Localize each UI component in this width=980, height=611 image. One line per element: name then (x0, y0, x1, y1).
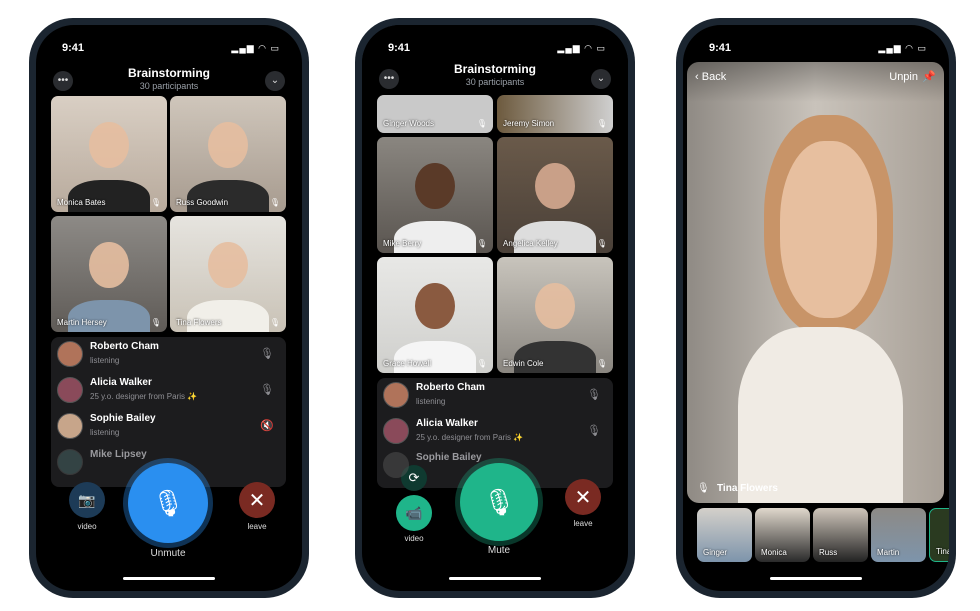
video-tile[interactable]: Angelica Kelley 🎙 (497, 137, 613, 253)
call-title: Brainstorming (127, 66, 210, 80)
participant-row[interactable]: Roberto Cham listening 🎙 (377, 378, 613, 414)
unpin-button[interactable]: Unpin (889, 71, 918, 83)
status-time: 9:41 (388, 42, 411, 54)
back-button[interactable]: ‹ Back (695, 71, 726, 83)
mic-icon: 🎙 (476, 359, 487, 368)
home-indicator (123, 577, 215, 580)
status-icons: ▂▄▆ ◠ ▭ (231, 43, 280, 53)
collapse-chevron-icon[interactable]: ⌄ (591, 69, 611, 89)
leave-label: leave (247, 522, 267, 531)
mic-muted-icon: 🎙 (151, 487, 185, 518)
phone-pinned-video: 9:41 ▂▄▆ ◠ ▭ ‹ Back Unpin 📌 🎙 Tina Flowe… (676, 18, 956, 598)
participant-row[interactable]: Alicia Walker 25 y.o. designer from Paris… (51, 373, 286, 409)
call-screen: 9:41 ▂▄▆ ◠ ▭ ‹ Back Unpin 📌 🎙 Tina Flowe… (683, 25, 949, 591)
participant-count: 30 participants (139, 81, 199, 91)
mic-icon: 🎙 (482, 486, 516, 517)
home-indicator (770, 577, 862, 580)
video-tile[interactable]: Mike Berry 🎙 (377, 137, 493, 253)
mic-icon: 🎙 (269, 198, 280, 207)
mic-icon: 🎙 (697, 483, 710, 494)
participant-row[interactable]: Alicia Walker 25 y.o. designer from Paris… (377, 414, 613, 450)
video-thumbnail[interactable]: Ginger (697, 508, 752, 562)
video-thumbnail[interactable]: Russ (813, 508, 868, 562)
participant-row[interactable]: Roberto Cham listening 🎙 (51, 337, 286, 373)
leave-button[interactable]: ✕ (565, 479, 601, 515)
status-time: 9:41 (709, 42, 732, 54)
avatar (57, 341, 83, 367)
leave-label: leave (573, 519, 593, 528)
home-indicator (449, 577, 541, 580)
video-thumbnail[interactable]: Martin (871, 508, 926, 562)
participant-list: Roberto Cham listening 🎙 Alicia Walker 25 y… (51, 337, 286, 487)
close-icon: ✕ (248, 489, 266, 512)
avatar (57, 377, 83, 403)
mic-icon: 🎙 (587, 389, 601, 401)
phone-unmuted: 9:41 ▂▄▆ ◠ ▭ ••• Brainstorming 30 partic… (29, 18, 309, 598)
video-label: video (404, 534, 424, 543)
unmute-label: Unmute (150, 548, 186, 559)
mic-icon: 🎙 (150, 318, 161, 327)
video-off-icon: 📷 (78, 491, 96, 508)
video-tile[interactable]: Jeremy Simon 🎙 (497, 95, 613, 133)
mic-icon: 🎙 (476, 239, 487, 248)
video-toggle-button[interactable]: 📷 (69, 482, 105, 518)
mic-muted-icon: 🔇 (260, 420, 274, 432)
call-screen: Ginger Woods 🎙 Jeremy Simon 🎙 Mike Berry 🎙 … (362, 25, 628, 591)
close-icon: ✕ (574, 486, 592, 509)
participant-row[interactable]: Mike Lipsey (51, 445, 286, 481)
mic-icon: 🎙 (476, 119, 487, 128)
video-tile[interactable]: Tina Flowers 🎙 (170, 216, 286, 332)
status-icons: ▂▄▆ ◠ ▭ (557, 43, 606, 53)
chevron-left-icon: ‹ (695, 71, 702, 83)
mic-icon: 🎙 (150, 198, 161, 207)
video-tile[interactable]: Ginger Woods 🎙 (377, 95, 493, 133)
participant-row[interactable]: Sophie Bailey (377, 448, 613, 484)
mic-icon: 🎙 (596, 119, 607, 128)
participant-list: Roberto Cham listening 🎙 Alicia Walker 25 y… (377, 378, 613, 488)
mic-icon: 🎙 (596, 239, 607, 248)
mic-icon: 🎙 (260, 384, 274, 396)
video-tile[interactable]: Grace Howell 🎙 (377, 257, 493, 373)
video-thumbnail[interactable]: Monica (755, 508, 810, 562)
video-camera-icon: 📹 (405, 504, 423, 521)
speaker-name: Tina Flowers (717, 483, 778, 494)
mic-icon: 🎙 (587, 425, 601, 437)
video-thumbnail[interactable]: Tina (929, 508, 949, 562)
mute-label: Mute (487, 545, 511, 556)
leave-button[interactable]: ✕ (239, 482, 275, 518)
video-tile[interactable]: Monica Bates 🎙 (51, 96, 167, 212)
mic-icon: 🎙 (596, 359, 607, 368)
pinned-video[interactable]: ‹ Back Unpin 📌 🎙 Tina Flowers (687, 62, 944, 503)
avatar (383, 418, 409, 444)
avatar (57, 449, 83, 475)
video-label: video (77, 522, 97, 531)
mic-icon: 🎙 (269, 318, 280, 327)
mic-icon: 🎙 (260, 348, 274, 360)
collapse-chevron-icon[interactable]: ⌄ (265, 71, 285, 91)
video-tile[interactable]: Edwin Cole 🎙 (497, 257, 613, 373)
participant-count: 30 participants (465, 77, 525, 87)
participant-row[interactable]: Sophie Bailey listening 🔇 (51, 409, 286, 445)
status-time: 9:41 (62, 42, 85, 54)
phone-muted: Ginger Woods 🎙 Jeremy Simon 🎙 Mike Berry 🎙 … (355, 18, 635, 598)
avatar (383, 382, 409, 408)
avatar (383, 452, 409, 478)
call-title: Brainstorming (453, 62, 536, 76)
video-tile[interactable]: Russ Goodwin 🎙 (170, 96, 286, 212)
video-tile[interactable]: Martin Hersey 🎙 (51, 216, 167, 332)
call-screen: 9:41 ▂▄▆ ◠ ▭ ••• Brainstorming 30 partic… (36, 25, 302, 591)
status-icons: ▂▄▆ ◠ ▭ (878, 43, 927, 53)
video-toggle-button[interactable]: 📹 (396, 495, 432, 531)
unpin-icon[interactable]: 📌 (922, 70, 936, 83)
avatar (57, 413, 83, 439)
